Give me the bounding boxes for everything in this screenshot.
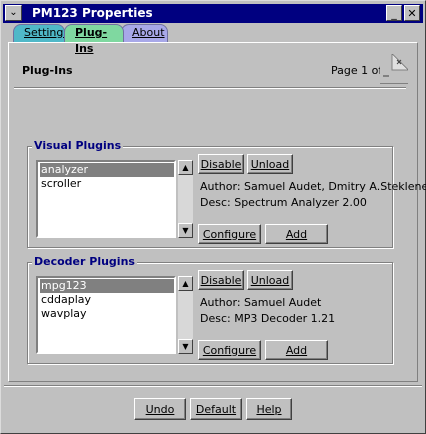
visual-author: Author: Samuel Audet, Dmitry A.Steklenev — [200, 180, 426, 193]
visual-desc: Desc: Spectrum Analyzer 2.00 — [200, 196, 367, 209]
visual-plugins-scrollbar[interactable]: ▲ ▼ — [177, 160, 193, 238]
bottom-separator — [4, 385, 422, 387]
scroll-up-icon[interactable]: ▲ — [178, 276, 193, 291]
decoder-author: Author: Samuel Audet — [200, 296, 322, 309]
decoder-plugins-scrollbar[interactable]: ▲ ▼ — [177, 276, 193, 354]
scroll-down-icon[interactable]: ▼ — [178, 339, 193, 354]
decoder-add-button[interactable]: Add — [265, 340, 328, 360]
visual-disable-button[interactable]: Disable — [198, 154, 244, 174]
scroll-down-icon[interactable]: ▼ — [178, 223, 193, 238]
default-button[interactable]: Default — [190, 398, 242, 420]
visual-unload-button[interactable]: Unload — [247, 154, 293, 174]
tab-about[interactable]: About — [121, 24, 168, 42]
scroll-track[interactable] — [178, 175, 193, 223]
decoder-plugins-list[interactable]: mpg123 cddaplay wavplay — [36, 276, 176, 354]
close-icon: ✕ — [407, 6, 417, 20]
page-turn-icon[interactable] — [380, 54, 408, 84]
undo-button[interactable]: Undo — [134, 398, 186, 420]
list-item[interactable]: analyzer — [40, 163, 174, 177]
visual-add-button[interactable]: Add — [265, 224, 328, 244]
decoder-unload-button[interactable]: Unload — [247, 270, 293, 290]
tab-settings[interactable]: Settings — [13, 24, 69, 42]
list-item[interactable]: scroller — [40, 177, 174, 191]
visual-plugins-list[interactable]: analyzer scroller — [36, 160, 176, 238]
close-button[interactable]: ✕ — [404, 5, 420, 21]
decoder-desc: Desc: MP3 Decoder 1.21 — [200, 312, 336, 325]
page-title: Plug-Ins — [22, 64, 73, 77]
scroll-track[interactable] — [178, 291, 193, 339]
page-divider — [14, 87, 406, 89]
help-button[interactable]: Help — [246, 398, 292, 420]
scroll-up-icon[interactable]: ▲ — [178, 160, 193, 175]
minimize-icon: _ — [391, 6, 397, 20]
decoder-disable-button[interactable]: Disable — [198, 270, 244, 290]
minimize-button[interactable]: _ — [386, 5, 402, 21]
visual-plugins-label: Visual Plugins — [32, 139, 124, 152]
tab-plugins[interactable]: Plug-Ins — [64, 24, 124, 55]
visual-configure-button[interactable]: Configure — [198, 224, 261, 244]
decoder-plugins-label: Decoder Plugins — [32, 255, 137, 268]
decoder-configure-button[interactable]: Configure — [198, 340, 261, 360]
list-item[interactable]: cddaplay — [40, 293, 174, 307]
list-item[interactable]: wavplay — [40, 307, 174, 321]
list-item[interactable]: mpg123 — [40, 279, 174, 293]
system-menu-icon[interactable]: ⌄ — [5, 5, 22, 21]
window-title: PM123 Properties — [32, 6, 153, 20]
